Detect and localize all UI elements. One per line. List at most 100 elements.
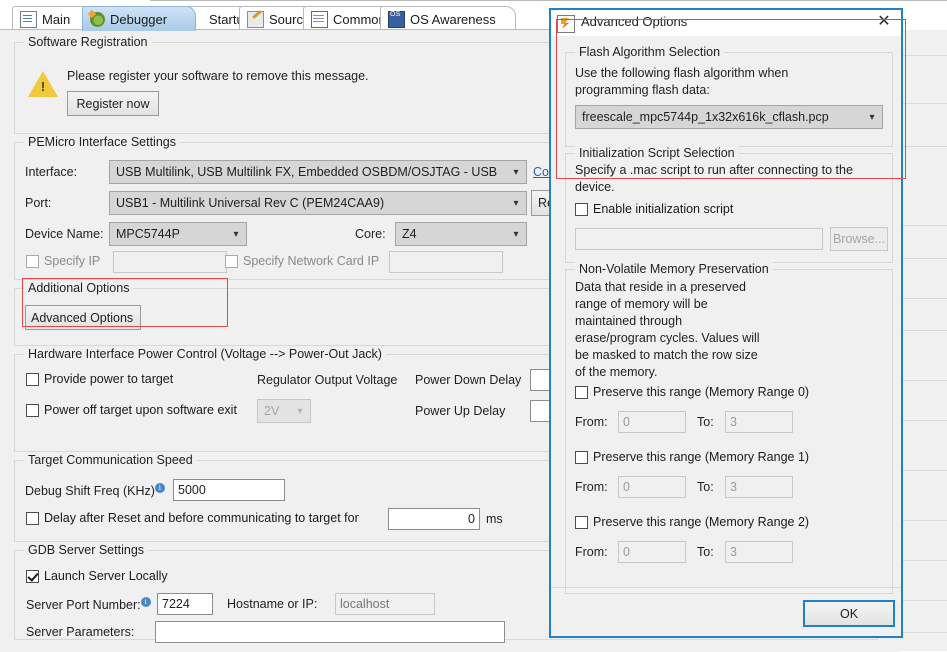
button-label: Register now <box>76 96 150 111</box>
group-title: GDB Server Settings <box>24 543 149 557</box>
server-parameters-input[interactable] <box>155 621 505 643</box>
port-label: Port: <box>25 196 52 210</box>
ok-button[interactable]: OK <box>803 600 895 627</box>
tab-os-awareness[interactable]: OS Awareness <box>380 6 516 31</box>
port-combo[interactable]: USB1 - Multilink Universal Rev C (PEM24C… <box>109 191 527 215</box>
eclipse-app-icon <box>557 15 575 33</box>
advanced-options-button[interactable]: Advanced Options <box>25 305 141 330</box>
group-title: Non-Volatile Memory Preservation <box>575 262 773 276</box>
core-value: Z4 <box>402 227 417 241</box>
range-1-from-input[interactable] <box>618 476 686 498</box>
flash-algorithm-value: freescale_mpc5744p_1x32x616k_cflash.pcp <box>582 110 829 124</box>
dialog-title: Advanced Options <box>581 14 688 29</box>
checkbox-box <box>26 569 39 583</box>
button-label: Browse... <box>832 232 886 246</box>
server-port-number-label: Server Port Number: i <box>26 597 151 612</box>
interface-combo[interactable]: USB Multilink, USB Multilink FX, Embedde… <box>109 160 527 184</box>
delay-after-reset-input[interactable] <box>388 508 480 530</box>
range-0-from-input[interactable] <box>618 411 686 433</box>
power-up-delay-label: Power Up Delay <box>415 404 506 418</box>
range-2-to-input[interactable] <box>725 541 793 563</box>
chevron-down-icon: ▾ <box>513 166 519 178</box>
dialog-body: Flash Algorithm Selection Use the follow… <box>551 36 901 636</box>
preserve-range-0-checkbox[interactable]: Preserve this range (Memory Range 0) <box>575 385 809 399</box>
interface-value: USB Multilink, USB Multilink FX, Embedde… <box>116 165 498 179</box>
group-title: Software Registration <box>24 35 152 49</box>
tab-debugger[interactable]: Debugger <box>82 6 196 31</box>
checkbox-box <box>26 511 39 525</box>
checkbox-label: Preserve this range (Memory Range 0) <box>593 385 810 399</box>
device-name-combo[interactable]: MPC5744P ▾ <box>109 222 247 246</box>
debug-shift-freq-input[interactable] <box>173 479 285 501</box>
checkbox-box <box>26 254 39 268</box>
checkbox-box <box>26 403 39 417</box>
dialog-titlebar: Advanced Options ✕ <box>551 10 901 36</box>
chevron-down-icon: ▾ <box>233 228 239 240</box>
preserve-range-1-checkbox[interactable]: Preserve this range (Memory Range 1) <box>575 450 809 464</box>
init-script-description: Specify a .mac script to run after conne… <box>575 163 853 194</box>
regulator-voltage-combo[interactable]: 2V ▾ <box>257 399 311 423</box>
close-icon[interactable]: ✕ <box>875 14 893 32</box>
core-combo[interactable]: Z4 ▾ <box>395 222 527 246</box>
hostname-or-ip-input[interactable] <box>335 593 435 615</box>
checkbox-box <box>575 202 588 216</box>
range-2-from-label: From: <box>575 545 608 559</box>
group-title: Additional Options <box>24 281 134 295</box>
range-0-to-input[interactable] <box>725 411 793 433</box>
range-1-to-label: To: <box>697 480 714 494</box>
checkbox-box <box>225 254 238 268</box>
specify-network-card-ip-input[interactable] <box>389 251 503 273</box>
nvm-description: Data that reside in a preserved range of… <box>575 280 760 379</box>
register-now-button[interactable]: Register now <box>67 91 159 116</box>
server-port-number-input[interactable] <box>157 593 213 615</box>
document-icon <box>20 10 37 28</box>
specify-network-card-ip-checkbox[interactable]: Specify Network Card IP <box>225 254 379 268</box>
info-icon[interactable]: i <box>154 483 165 493</box>
specify-ip-input[interactable] <box>113 251 227 273</box>
tab-label: OS Awareness <box>410 11 496 27</box>
dialog-separator <box>551 587 901 588</box>
common-table-icon <box>311 10 328 28</box>
info-icon[interactable]: i <box>140 597 151 607</box>
range-1-to-input[interactable] <box>725 476 793 498</box>
power-down-delay-label: Power Down Delay <box>415 373 522 387</box>
range-0-to-label: To: <box>697 415 714 429</box>
group-title: Initialization Script Selection <box>575 146 739 160</box>
regulator-output-voltage-label: Regulator Output Voltage <box>257 373 398 387</box>
checkbox-label: Launch Server Locally <box>44 569 168 583</box>
flash-algorithm-combo[interactable]: freescale_mpc5744p_1x32x616k_cflash.pcp … <box>575 105 883 129</box>
specify-ip-checkbox[interactable]: Specify IP <box>26 254 100 268</box>
checkbox-label: Specify Network Card IP <box>243 254 380 268</box>
enable-initialization-script-checkbox[interactable]: Enable initialization script <box>575 202 733 216</box>
group-nvm-preservation: Non-Volatile Memory Preservation Data th… <box>565 262 893 594</box>
preserve-range-2-checkbox[interactable]: Preserve this range (Memory Range 2) <box>575 515 809 529</box>
init-script-path-input[interactable] <box>575 228 823 250</box>
power-off-on-exit-checkbox[interactable]: Power off target upon software exit <box>26 403 237 417</box>
browse-button[interactable]: Browse... <box>830 227 888 251</box>
delay-after-reset-checkbox[interactable]: Delay after Reset and before communicati… <box>26 511 359 525</box>
checkbox-box <box>575 385 588 399</box>
range-0-from-label: From: <box>575 415 608 429</box>
checkbox-box <box>575 450 588 464</box>
port-value: USB1 - Multilink Universal Rev C (PEM24C… <box>116 196 385 210</box>
flash-algorithm-description: Use the following flash algorithm when p… <box>575 66 789 97</box>
chevron-down-icon: ▾ <box>513 197 519 209</box>
range-2-to-label: To: <box>697 545 714 559</box>
label-text: Server Port Number: <box>26 598 141 613</box>
checkbox-label: Power off target upon software exit <box>44 403 237 417</box>
range-1-from-label: From: <box>575 480 608 494</box>
regulator-voltage-value: 2V <box>264 404 280 418</box>
registration-message: Please register your software to remove … <box>67 69 369 83</box>
checkbox-label: Preserve this range (Memory Range 1) <box>593 450 810 464</box>
range-2-from-input[interactable] <box>618 541 686 563</box>
chevron-down-icon: ▾ <box>869 111 875 123</box>
label-text: Debug Shift Freq (KHz) <box>25 484 155 499</box>
launch-server-locally-checkbox[interactable]: Launch Server Locally <box>26 569 168 583</box>
checkbox-box <box>575 515 588 529</box>
warning-triangle-icon <box>28 71 58 97</box>
group-initialization-script-selection: Initialization Script Selection Specify … <box>565 146 893 263</box>
provide-power-checkbox[interactable]: Provide power to target <box>26 372 173 386</box>
tab-label: Main <box>42 11 71 27</box>
checkbox-label: Provide power to target <box>44 372 174 386</box>
checkbox-label: Specify IP <box>44 254 101 268</box>
